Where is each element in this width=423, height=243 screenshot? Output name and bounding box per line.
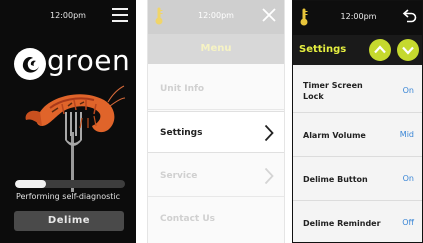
menu-item-label: Unit Info — [160, 84, 205, 94]
settings-header: Settings — [293, 35, 422, 65]
chevron-down-icon — [402, 46, 414, 55]
setting-row-delime-button[interactable]: Delime Button On — [293, 157, 422, 201]
shrimp-on-fork-image — [25, 85, 126, 192]
menu-item-label: Service — [160, 171, 198, 181]
scroll-up-button[interactable] — [369, 39, 391, 61]
status-text: Performing self-diagnostic — [15, 192, 121, 201]
menu-item-unit-info[interactable]: Unit Info — [148, 68, 284, 110]
settings-screen: 12:00pm Settings Timer Screen Lock On Al… — [292, 0, 423, 243]
setting-row-timer-screen-lock[interactable]: Timer Screen Lock On — [293, 69, 422, 113]
close-icon[interactable] — [261, 7, 277, 23]
top-bar: 12:00pm — [293, 1, 422, 35]
back-arrow-icon[interactable] — [402, 8, 418, 24]
setting-value[interactable]: On — [403, 69, 414, 113]
chevron-up-icon — [374, 45, 386, 54]
menu-item-label: Contact Us — [160, 214, 216, 224]
setting-value[interactable]: Off — [402, 201, 414, 242]
brand-name: groen — [47, 44, 131, 77]
progress-fill — [15, 180, 46, 188]
scroll-down-button[interactable] — [397, 39, 419, 61]
menu-title: Menu — [148, 34, 284, 64]
setting-label: Delime Button — [303, 174, 368, 184]
setting-row-alarm-volume[interactable]: Alarm Volume Mid — [293, 113, 422, 157]
splash-screen: 12:00pm groen Performing self-diagnostic… — [0, 0, 136, 243]
menu-item-label: Settings — [160, 128, 203, 138]
chevron-right-icon — [264, 167, 274, 185]
menu-item-settings[interactable]: Settings — [148, 111, 284, 153]
setting-label: Alarm Volume — [303, 130, 366, 140]
setting-row-delime-reminder[interactable]: Delime Reminder Off — [293, 201, 422, 242]
setting-value[interactable]: On — [403, 157, 414, 201]
delime-button[interactable]: Delime — [14, 211, 124, 231]
setting-value[interactable]: Mid — [400, 113, 414, 157]
self-diagnostic-progress-bar — [15, 180, 125, 188]
setting-label: Delime Reminder — [303, 218, 381, 228]
menu-screen: 12:00pm Menu Unit Info Settings Service … — [147, 0, 285, 243]
hamburger-icon[interactable] — [112, 8, 128, 22]
menu-item-contact-us[interactable]: Contact Us — [148, 198, 284, 240]
settings-title: Settings — [299, 44, 347, 55]
top-bar: 12:00pm — [148, 0, 284, 34]
menu-item-service[interactable]: Service — [148, 155, 284, 197]
chevron-right-icon — [264, 124, 274, 142]
setting-label: Timer Screen Lock — [303, 81, 363, 101]
